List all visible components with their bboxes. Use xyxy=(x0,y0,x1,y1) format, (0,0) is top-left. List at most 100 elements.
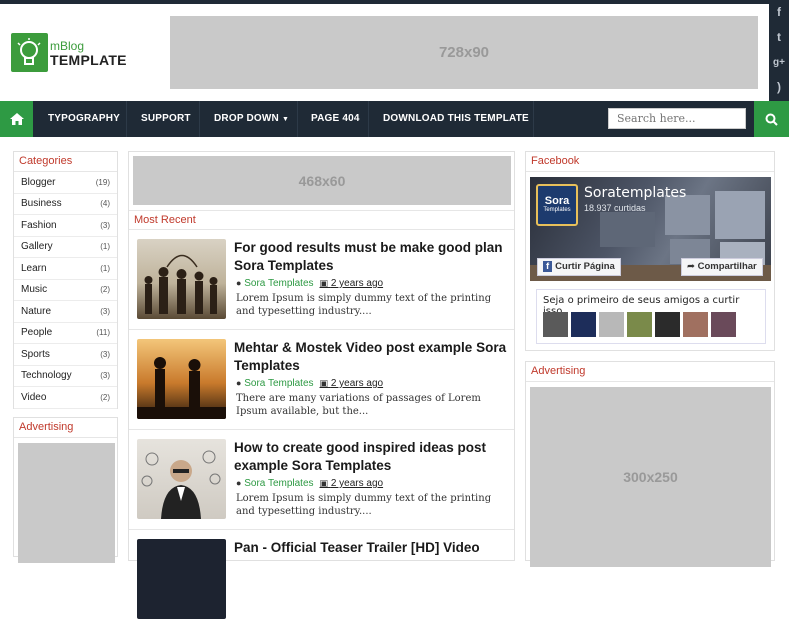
post-item: For good results must be make good plan … xyxy=(129,231,514,330)
post-author[interactable]: Sora Templates xyxy=(244,378,313,389)
post-title[interactable]: How to create good inspired ideas post e… xyxy=(234,439,509,475)
category-item[interactable]: Gallery (1) xyxy=(14,237,117,258)
facebook-page-name[interactable]: Soratemplates xyxy=(584,185,686,201)
category-label: Music xyxy=(21,284,48,296)
category-item[interactable]: Fashion (3) xyxy=(14,215,117,237)
nav-separator xyxy=(199,101,200,137)
category-item[interactable]: Business (4) xyxy=(14,194,117,215)
search-icon xyxy=(765,113,778,126)
post-title[interactable]: For good results must be make good plan … xyxy=(234,239,509,275)
category-item[interactable]: People (11) xyxy=(14,323,117,344)
ad-468x60[interactable]: 468x60 xyxy=(133,156,511,205)
site-logo[interactable]: mBlog TEMPLATE xyxy=(11,33,127,73)
facebook-share-label: Compartilhar xyxy=(697,261,757,272)
friend-avatar[interactable] xyxy=(711,312,736,337)
post-excerpt: Lorem Ipsum is simply dummy text of the … xyxy=(236,493,492,517)
post-date[interactable]: 2 years ago xyxy=(331,478,383,489)
nav-separator xyxy=(297,101,298,137)
right-advertising-widget: Advertising 300x250 xyxy=(525,361,775,567)
friend-avatar[interactable] xyxy=(543,312,568,337)
category-label: Technology xyxy=(21,370,72,382)
friend-avatar[interactable] xyxy=(655,312,680,337)
post-meta: ● Sora Templates ▣ 2 years ago xyxy=(236,378,383,389)
post-author[interactable]: Sora Templates xyxy=(244,278,313,289)
google-plus-icon[interactable]: g+ xyxy=(769,50,789,75)
calendar-icon: ▣ xyxy=(319,478,329,488)
post-excerpt: There are many variations of passages of… xyxy=(236,393,481,417)
logo-small-text: mBlog xyxy=(50,39,85,53)
category-item[interactable]: Sports (3) xyxy=(14,344,117,366)
post-thumbnail[interactable] xyxy=(137,439,226,519)
facebook-like-button[interactable]: f Curtir Página xyxy=(537,258,621,276)
category-count: (11) xyxy=(96,328,110,338)
post-title[interactable]: Pan - Official Teaser Trailer [HD] Video xyxy=(234,539,509,557)
nav-typography[interactable]: TYPOGRAPHY xyxy=(48,101,120,137)
category-label: Fashion xyxy=(21,219,57,231)
post-date[interactable]: 2 years ago xyxy=(331,278,383,289)
rss-icon[interactable]: ) xyxy=(769,75,789,100)
search-input[interactable] xyxy=(608,108,746,129)
category-count: (1) xyxy=(100,242,110,252)
facebook-cover[interactable]: Sora Templates Soratemplates 18.937 curt… xyxy=(530,177,771,281)
share-icon: ➦ xyxy=(687,261,695,272)
post-date[interactable]: 2 years ago xyxy=(331,378,383,389)
friend-avatar[interactable] xyxy=(683,312,708,337)
ad-300x250[interactable]: 300x250 xyxy=(530,387,771,567)
facebook-share-button[interactable]: ➦ Compartilhar xyxy=(681,258,763,276)
category-count: (3) xyxy=(100,349,110,359)
nav-drop-down[interactable]: DROP DOWN ▼ xyxy=(214,101,289,137)
banner-ad[interactable]: 728x90 xyxy=(170,16,758,89)
lightbulb-icon xyxy=(11,33,48,72)
category-count: (4) xyxy=(100,199,110,209)
category-count: (1) xyxy=(100,263,110,273)
facebook-like-label: Curtir Página xyxy=(555,261,615,272)
user-icon: ● xyxy=(236,478,242,488)
post-item: Mehtar & Mostek Video post example Sora … xyxy=(129,331,514,430)
calendar-icon: ▣ xyxy=(319,378,329,388)
left-ad-slot[interactable] xyxy=(18,443,115,563)
home-icon[interactable] xyxy=(0,101,33,137)
category-item[interactable]: Blogger (19) xyxy=(14,172,117,194)
categories-list: Blogger (19) Business (4) Fashion (3) Gallery (… xyxy=(14,172,117,409)
categories-title: Categories xyxy=(14,152,117,172)
nav-download-template[interactable]: DOWNLOAD THIS TEMPLATE xyxy=(383,101,529,137)
most-recent-title: Most Recent xyxy=(129,210,514,230)
category-label: Video xyxy=(21,391,47,403)
category-label: Gallery xyxy=(21,241,53,253)
nav-separator xyxy=(368,101,369,137)
post-item: Pan - Official Teaser Trailer [HD] Video xyxy=(129,531,514,619)
nav-support[interactable]: SUPPORT xyxy=(141,101,191,137)
friend-avatar[interactable] xyxy=(627,312,652,337)
post-meta: ● Sora Templates ▣ 2 years ago xyxy=(236,278,383,289)
post-thumbnail[interactable] xyxy=(137,539,226,619)
post-thumbnail[interactable] xyxy=(137,239,226,319)
nav-page-404[interactable]: PAGE 404 xyxy=(311,101,360,137)
category-item[interactable]: Music (2) xyxy=(14,280,117,301)
friend-avatar[interactable] xyxy=(599,312,624,337)
category-item[interactable]: Learn (1) xyxy=(14,258,117,280)
facebook-icon[interactable]: f xyxy=(769,0,789,25)
category-item[interactable]: Nature (3) xyxy=(14,301,117,323)
category-label: Blogger xyxy=(21,176,56,188)
post-title[interactable]: Mehtar & Mostek Video post example Sora … xyxy=(234,339,509,375)
search-button[interactable] xyxy=(754,101,789,137)
category-label: Learn xyxy=(21,262,47,274)
right-advertising-title: Advertising xyxy=(526,362,774,382)
category-item[interactable]: Video (2) xyxy=(14,387,117,409)
post-thumbnail[interactable] xyxy=(137,339,226,419)
category-count: (2) xyxy=(100,285,110,295)
facebook-page-logo[interactable]: Sora Templates xyxy=(536,184,578,226)
category-item[interactable]: Technology (3) xyxy=(14,366,117,387)
facebook-small-icon: f xyxy=(543,261,553,272)
social-bar: f t g+ ) xyxy=(769,0,789,101)
post-excerpt: Lorem Ipsum is simply dummy text of the … xyxy=(236,293,492,317)
category-count: (2) xyxy=(100,392,110,402)
post-author[interactable]: Sora Templates xyxy=(244,478,313,489)
categories-widget: Categories Blogger (19) Business (4) Fashion… xyxy=(13,151,118,409)
twitter-icon[interactable]: t xyxy=(769,25,789,50)
left-advertising-title: Advertising xyxy=(14,418,117,438)
main-content: 468x60 Most Recent For good results must… xyxy=(128,151,515,619)
chevron-down-icon: ▼ xyxy=(281,116,290,123)
category-label: Sports xyxy=(21,348,50,360)
friend-avatar[interactable] xyxy=(571,312,596,337)
